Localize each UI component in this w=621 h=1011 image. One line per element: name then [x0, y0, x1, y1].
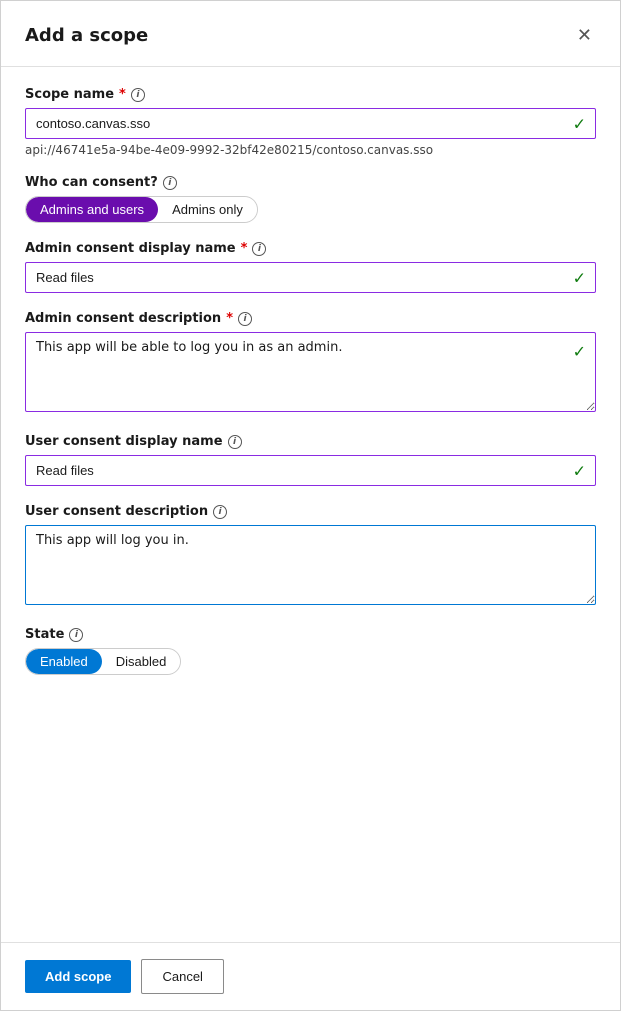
admins-and-users-option[interactable]: Admins and users [26, 197, 158, 222]
admin-consent-display-name-group: Admin consent display name * i ✓ [25, 241, 596, 293]
dialog-footer: Add scope Cancel [1, 942, 620, 1010]
dialog-title: Add a scope [25, 25, 148, 46]
state-toggle-group: Enabled Disabled [25, 648, 181, 675]
user-consent-description-input[interactable] [25, 525, 596, 605]
user-consent-display-name-wrapper: ✓ [25, 455, 596, 486]
required-indicator: * [119, 87, 126, 102]
enabled-option[interactable]: Enabled [26, 649, 102, 674]
user-consent-display-name-group: User consent display name i ✓ [25, 434, 596, 486]
scope-name-check-icon: ✓ [573, 114, 586, 133]
admin-consent-display-name-input[interactable] [25, 262, 596, 293]
scope-name-info-icon[interactable]: i [131, 88, 145, 102]
disabled-option[interactable]: Disabled [102, 649, 181, 674]
who-can-consent-label: Who can consent? i [25, 175, 596, 190]
admin-consent-display-info-icon[interactable]: i [252, 242, 266, 256]
user-consent-display-name-input[interactable] [25, 455, 596, 486]
state-label: State i [25, 627, 596, 642]
dialog-body: Scope name * i ✓ api://46741e5a-94be-4e0… [1, 67, 620, 942]
user-consent-display-name-label: User consent display name i [25, 434, 596, 449]
who-can-consent-group: Who can consent? i Admins and users Admi… [25, 175, 596, 223]
admin-consent-description-label: Admin consent description * i [25, 311, 596, 326]
cancel-button[interactable]: Cancel [141, 959, 223, 994]
scope-url-text: api://46741e5a-94be-4e09-9992-32bf42e802… [25, 143, 596, 157]
dialog-header: Add a scope ✕ [1, 1, 620, 67]
required-indicator-3: * [226, 311, 233, 326]
user-consent-description-label: User consent description i [25, 504, 596, 519]
required-indicator-2: * [241, 241, 248, 256]
user-consent-display-info-icon[interactable]: i [228, 435, 242, 449]
close-icon: ✕ [577, 25, 592, 46]
state-group: State i Enabled Disabled [25, 627, 596, 675]
admin-consent-display-name-label: Admin consent display name * i [25, 241, 596, 256]
user-consent-desc-info-icon[interactable]: i [213, 505, 227, 519]
admins-only-option[interactable]: Admins only [158, 197, 257, 222]
admin-consent-desc-info-icon[interactable]: i [238, 312, 252, 326]
consent-toggle-group: Admins and users Admins only [25, 196, 258, 223]
who-can-consent-info-icon[interactable]: i [163, 176, 177, 190]
add-scope-dialog: Add a scope ✕ Scope name * i ✓ api://467… [0, 0, 621, 1011]
scope-name-input[interactable] [25, 108, 596, 139]
user-consent-desc-wrapper [25, 525, 596, 609]
user-display-check-icon: ✓ [573, 461, 586, 480]
admin-consent-description-group: Admin consent description * i ✓ [25, 311, 596, 416]
admin-display-check-icon: ✓ [573, 268, 586, 287]
add-scope-button[interactable]: Add scope [25, 960, 131, 993]
admin-consent-desc-wrapper: ✓ [25, 332, 596, 416]
close-button[interactable]: ✕ [573, 21, 596, 50]
admin-desc-check-icon: ✓ [573, 342, 586, 361]
scope-name-group: Scope name * i ✓ api://46741e5a-94be-4e0… [25, 87, 596, 157]
scope-name-label: Scope name * i [25, 87, 596, 102]
user-consent-description-group: User consent description i [25, 504, 596, 609]
state-info-icon[interactable]: i [69, 628, 83, 642]
admin-consent-display-name-wrapper: ✓ [25, 262, 596, 293]
scope-name-input-wrapper: ✓ [25, 108, 596, 139]
admin-consent-description-input[interactable] [25, 332, 596, 412]
